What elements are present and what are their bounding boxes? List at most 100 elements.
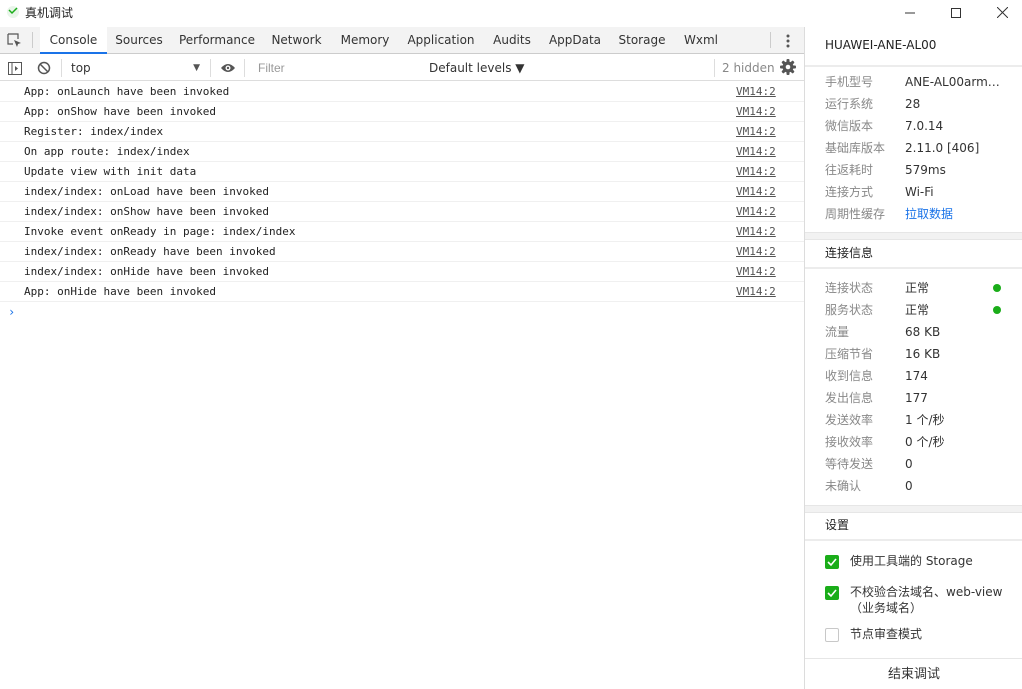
info-row: 压缩节省 16 KB (825, 343, 1015, 365)
info-key: 收到信息 (825, 369, 874, 383)
devtools-tabbar: Console Sources Performance Network Memo… (0, 27, 804, 54)
end-debugging-button[interactable]: 结束调试 (805, 658, 1022, 689)
context-value: top (71, 61, 91, 75)
log-source-link[interactable]: VM14:2 (736, 222, 776, 242)
log-message: App: onLaunch have been invoked (24, 85, 230, 98)
info-value: 174 (905, 369, 928, 383)
log-row: App: onHide have been invoked VM14:2 (0, 282, 804, 302)
log-message: index/index: onShow have been invoked (24, 205, 270, 218)
info-key: 往返耗时 (825, 163, 874, 177)
setting-skip-domain-check[interactable]: 不校验合法域名、web-view（业务域名） (825, 584, 1015, 618)
checkmark-icon (827, 589, 837, 598)
tab-appdata[interactable]: AppData (545, 27, 605, 54)
info-row: 收到信息 174 (825, 365, 1015, 387)
info-key: 服务状态 (825, 303, 874, 317)
checkbox-unchecked[interactable] (825, 628, 839, 642)
filter-input[interactable] (252, 58, 420, 78)
log-source-link[interactable]: VM14:2 (736, 262, 776, 282)
setting-label: 不校验合法域名、web-view（业务域名） (850, 585, 1003, 615)
log-source-link[interactable]: VM14:2 (736, 102, 776, 122)
context-select[interactable]: top ▼ (66, 58, 206, 78)
toolbar-divider (770, 32, 771, 48)
tab-sources[interactable]: Sources (110, 27, 168, 54)
log-source-link[interactable]: VM14:2 (736, 182, 776, 202)
checkmark-icon (827, 558, 837, 567)
info-row: 接收效率 0 个/秒 (825, 431, 1015, 453)
log-message: App: onShow have been invoked (24, 105, 217, 118)
tab-network[interactable]: Network (268, 27, 325, 54)
console-output: App: onLaunch have been invoked VM14:2 Ap… (0, 82, 804, 322)
tab-console[interactable]: Console (40, 27, 107, 54)
setting-label: 节点审查模式 (850, 627, 923, 641)
info-row: 微信版本 7.0.14 (825, 115, 1015, 137)
tab-memory[interactable]: Memory (336, 27, 394, 54)
checkbox-checked[interactable] (825, 555, 839, 569)
console-filter-bar: top ▼ Default levels ▼ 2 hidden (0, 55, 804, 81)
toolbar-divider (61, 59, 62, 77)
log-row: Update view with init data VM14:2 (0, 162, 804, 182)
device-name: HUAWEI-ANE-AL00 (825, 38, 937, 52)
fetch-data-link[interactable]: 拉取数据 (905, 203, 1000, 225)
info-row: 往返耗时 579ms (825, 159, 1015, 181)
log-source-link[interactable]: VM14:2 (736, 162, 776, 182)
log-row: App: onShow have been invoked VM14:2 (0, 102, 804, 122)
setting-node-inspect-mode[interactable]: 节点审查模式 (825, 626, 1015, 646)
log-row: On app route: index/index VM14:2 (0, 142, 804, 162)
tab-application[interactable]: Application (404, 27, 478, 54)
info-row: 发出信息 177 (825, 387, 1015, 409)
info-value: 7.0.14 (905, 119, 944, 133)
log-message: index/index: onHide have been invoked (24, 265, 270, 278)
minimize-icon (905, 12, 915, 13)
live-expression-button[interactable] (219, 59, 237, 77)
log-source-link[interactable]: VM14:2 (736, 282, 776, 302)
hidden-messages-count: 2 hidden (722, 61, 775, 75)
log-source-link[interactable]: VM14:2 (736, 202, 776, 222)
info-row: 手机型号 ANE-AL00arm6... (825, 71, 1015, 93)
info-key: 等待发送 (825, 457, 874, 471)
tab-storage[interactable]: Storage (615, 27, 669, 54)
tab-performance[interactable]: Performance (176, 27, 258, 54)
toggle-sidebar-button[interactable] (6, 59, 24, 77)
panel-divider (805, 65, 1022, 67)
setting-use-tool-storage[interactable]: 使用工具端的 Storage (825, 553, 1015, 573)
info-key: 运行系统 (825, 97, 874, 111)
inspect-element-icon[interactable] (6, 32, 24, 50)
gear-icon[interactable] (779, 58, 797, 76)
info-row: 流量 68 KB (825, 321, 1015, 343)
log-source-link[interactable]: VM14:2 (736, 142, 776, 162)
clear-console-button[interactable] (35, 59, 53, 77)
tab-wxml[interactable]: Wxml (680, 27, 722, 54)
sidebar-toggle-icon (8, 61, 22, 75)
dropdown-arrow-icon: ▼ (193, 63, 200, 73)
info-value: 1 个/秒 (905, 413, 945, 427)
console-prompt[interactable]: › (0, 302, 804, 322)
log-source-link[interactable]: VM14:2 (736, 242, 776, 262)
info-key: 周期性缓存 (825, 207, 886, 221)
prompt-caret-icon: › (8, 305, 16, 319)
info-key: 发出信息 (825, 391, 874, 405)
log-source-link[interactable]: VM14:2 (736, 122, 776, 142)
panel-divider (805, 267, 1022, 269)
log-message: index/index: onLoad have been invoked (24, 185, 270, 198)
info-value: 正常 (905, 303, 930, 317)
checkbox-checked[interactable] (825, 586, 839, 600)
tab-audits[interactable]: Audits (488, 27, 536, 54)
info-row: 周期性缓存 拉取数据 (825, 203, 1015, 225)
more-options-icon[interactable] (780, 32, 796, 50)
devtools-pane: Console Sources Performance Network Memo… (0, 27, 804, 689)
minimize-button[interactable] (887, 0, 933, 25)
maximize-button[interactable] (933, 0, 979, 25)
info-value: Wi-Fi (905, 185, 934, 199)
eye-icon (221, 64, 235, 72)
panel-divider (805, 505, 1022, 513)
info-key: 未确认 (825, 479, 862, 493)
setting-label: 使用工具端的 Storage (850, 554, 973, 568)
log-message: App: onHide have been invoked (24, 285, 217, 298)
log-levels-dropdown[interactable]: Default levels ▼ (429, 58, 525, 78)
log-source-link[interactable]: VM14:2 (736, 82, 776, 102)
info-key: 流量 (825, 325, 850, 339)
toolbar-divider (210, 59, 211, 77)
close-button[interactable] (979, 0, 1022, 25)
info-value: 0 (905, 479, 913, 493)
settings-section-title: 设置 (825, 518, 850, 532)
